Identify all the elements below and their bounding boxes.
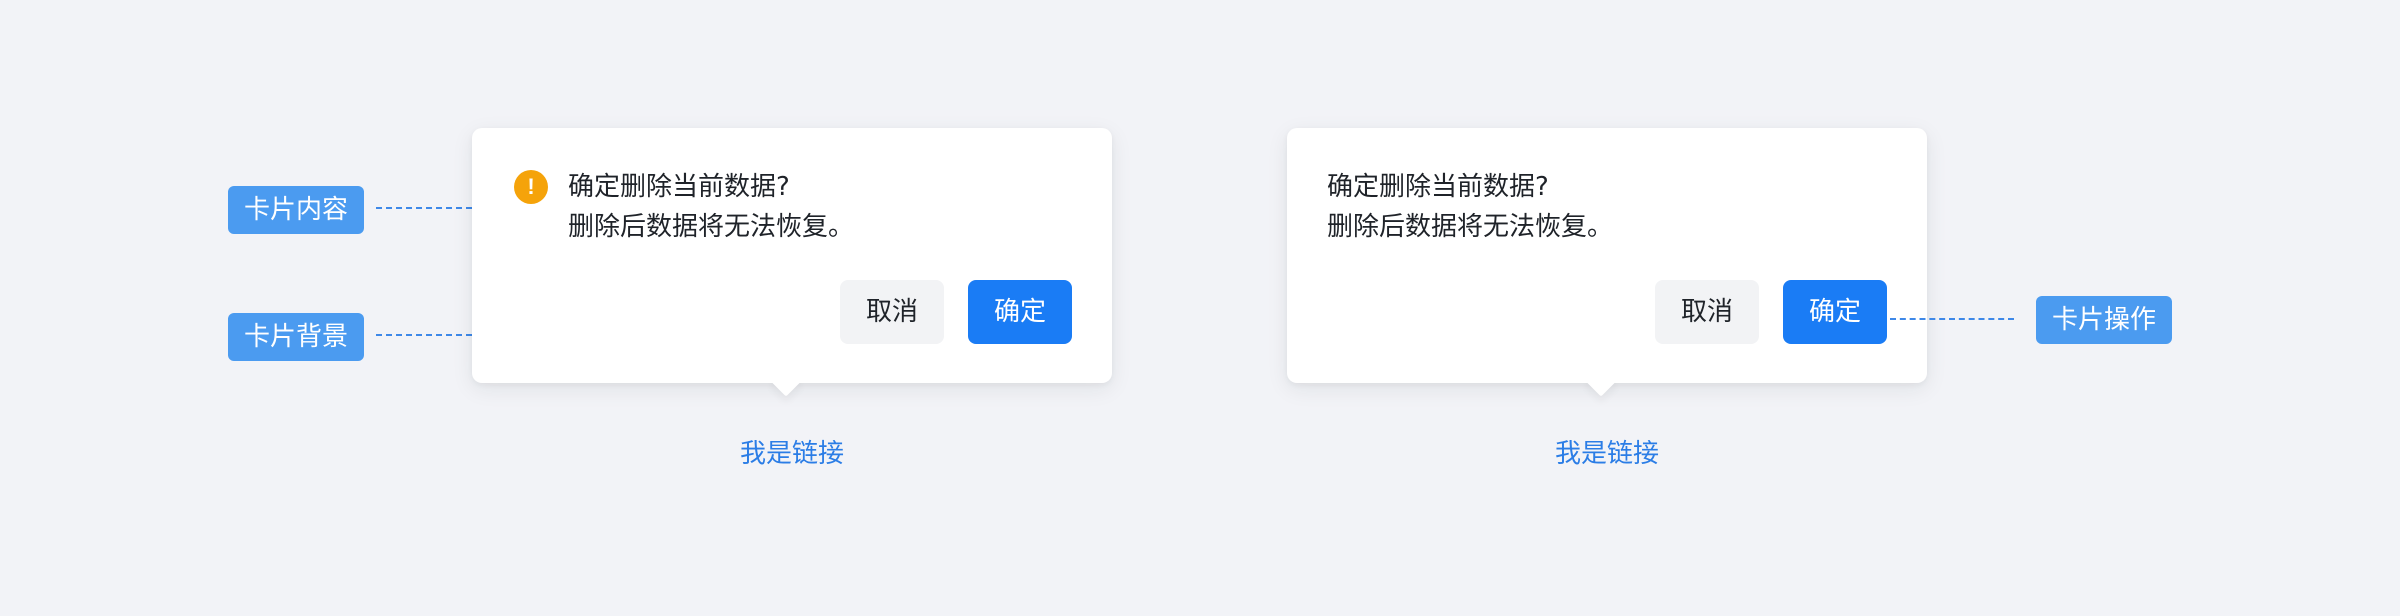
popconfirm-card-with-icon: ! 确定删除当前数据? 删除后数据将无法恢复。 取消 确定 [472, 128, 1112, 397]
popconfirm-title: 确定删除当前数据? [1327, 172, 1549, 202]
confirm-button[interactable]: 确定 [968, 280, 1072, 344]
canvas: 卡片内容 卡片背景 ! 确定删除当前数据? 删除后数据将无法恢复。 取消 确定 … [0, 0, 2400, 616]
cancel-button[interactable]: 取消 [1655, 280, 1759, 344]
popconfirm-description: 删除后数据将无法恢复。 [568, 212, 855, 242]
annotation-tag-card-actions: 卡片操作 [2036, 296, 2172, 344]
trigger-link[interactable]: 我是链接 [692, 436, 892, 472]
annotation-tag-card-background: 卡片背景 [228, 313, 364, 361]
trigger-link[interactable]: 我是链接 [1507, 436, 1707, 472]
exclamation-warning-icon: ! [514, 170, 548, 204]
popconfirm-description: 删除后数据将无法恢复。 [1327, 212, 1614, 242]
confirm-button[interactable]: 确定 [1783, 280, 1887, 344]
cancel-button[interactable]: 取消 [840, 280, 944, 344]
popconfirm-card-plain: 确定删除当前数据? 删除后数据将无法恢复。 取消 确定 [1287, 128, 1927, 397]
annotation-leader-card-actions [1890, 318, 2014, 320]
popconfirm-title: 确定删除当前数据? [568, 172, 790, 202]
annotation-tag-card-content: 卡片内容 [228, 186, 364, 234]
